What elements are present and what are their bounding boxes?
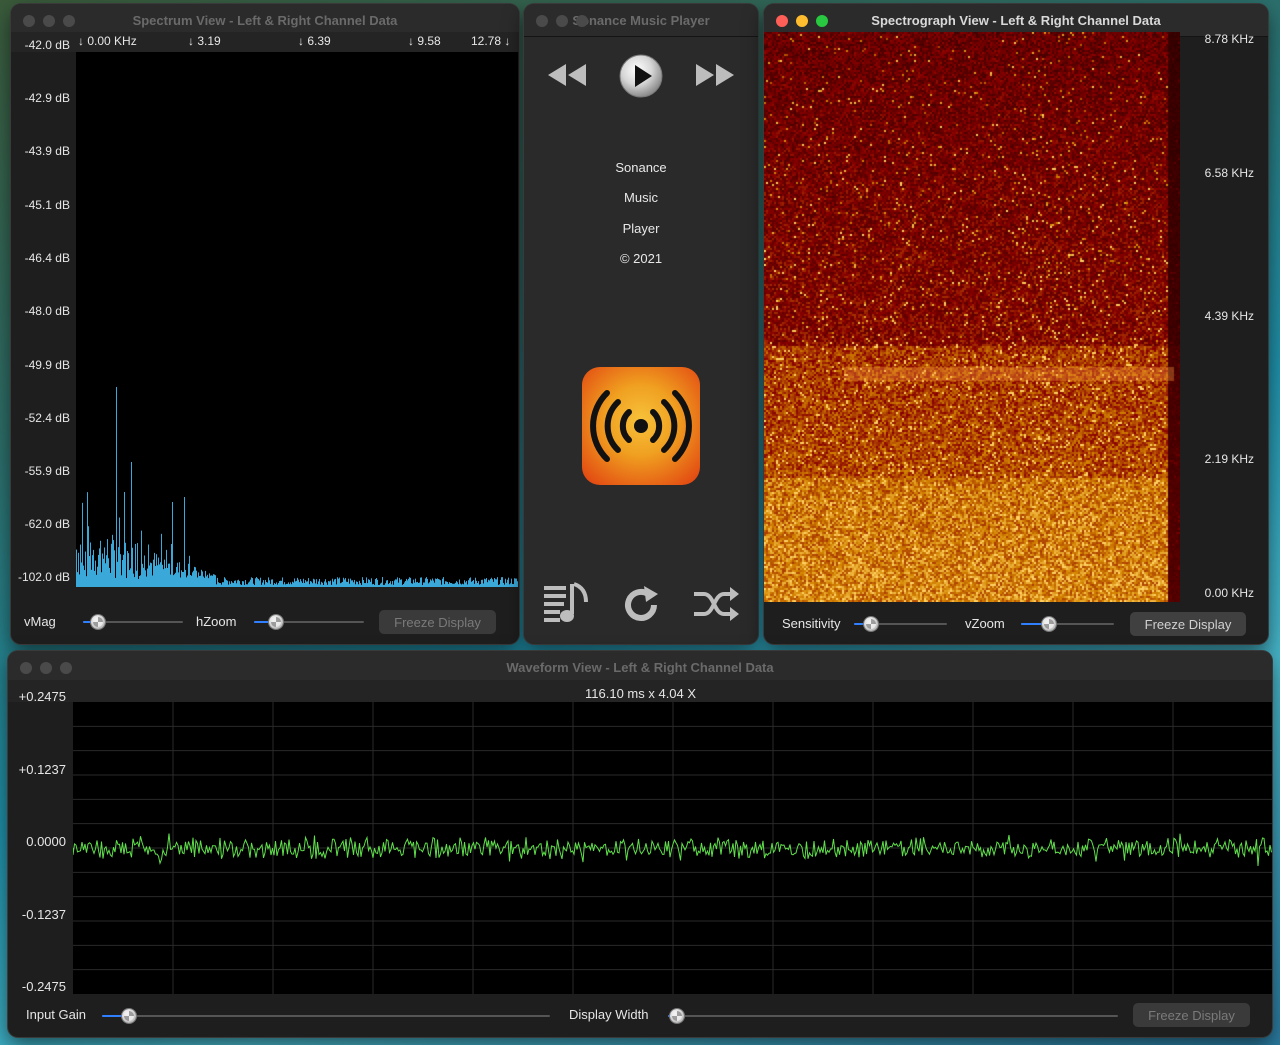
minimize-button[interactable]	[43, 15, 55, 27]
waveform-plot	[72, 702, 1272, 994]
spectrum-freeze-button[interactable]: Freeze Display	[379, 610, 496, 634]
spectrum-window-title: Spectrum View - Left & Right Channel Dat…	[132, 12, 398, 28]
sensitivity-slider[interactable]	[854, 617, 947, 631]
play-icon[interactable]	[619, 54, 663, 98]
window-controls	[776, 15, 828, 27]
playlist-icon[interactable]	[542, 580, 590, 626]
amplitude-tick-label: +0.1237	[18, 762, 66, 777]
minimize-button[interactable]	[40, 662, 52, 674]
vzoom-slider[interactable]	[1021, 617, 1114, 631]
db-tick-label: -48.0 dB	[24, 304, 70, 318]
waveform-window: Waveform View - Left & Right Channel Dat…	[8, 651, 1272, 1037]
db-tick-label: -43.9 dB	[24, 144, 70, 158]
amplitude-tick-label: -0.1237	[21, 907, 66, 922]
spectrograph-plot	[764, 32, 1180, 602]
spectrograph-window: Spectrograph View - Left & Right Channel…	[764, 4, 1268, 644]
db-tick-label: -62.0 dB	[24, 517, 70, 531]
waveform-window-title: Waveform View - Left & Right Channel Dat…	[506, 659, 774, 675]
zoom-button[interactable]	[60, 662, 72, 674]
player-info-line: © 2021	[619, 251, 663, 266]
spectrum-window: Spectrum View - Left & Right Channel Dat…	[11, 4, 519, 644]
window-controls	[20, 662, 72, 674]
close-button[interactable]	[536, 15, 548, 27]
minimize-button[interactable]	[796, 15, 808, 27]
player-window-title: Sonance Music Player	[572, 12, 710, 28]
amplitude-tick-label: 0.0000	[26, 834, 66, 849]
shuffle-icon[interactable]	[692, 586, 740, 622]
freq-marker: ↓ 3.19	[188, 34, 221, 48]
player-info-line: Music	[624, 190, 658, 205]
input-gain-label: Input Gain	[26, 1007, 86, 1022]
input-gain-slider[interactable]	[102, 1009, 550, 1023]
amplitude-tick-label: -0.2475	[21, 979, 66, 994]
vmag-label: vMag	[24, 614, 56, 629]
window-controls	[536, 15, 588, 27]
vmag-slider[interactable]	[83, 615, 183, 629]
spectrograph-freeze-button[interactable]: Freeze Display	[1130, 612, 1246, 636]
repeat-icon[interactable]	[620, 584, 662, 626]
waveform-trace	[72, 702, 1272, 994]
player-info-line: Player	[622, 221, 660, 236]
broadcast-icon	[590, 390, 692, 462]
player-info-line: Sonance	[615, 160, 667, 175]
zoom-button[interactable]	[63, 15, 75, 27]
spectrograph-window-title: Spectrograph View - Left & Right Channel…	[871, 12, 1161, 28]
freq-marker: 12.78 ↓	[471, 34, 511, 48]
spectrum-plot	[76, 52, 518, 587]
spectrograph-heatmap	[764, 32, 1180, 602]
spectrograph-freq-label: 4.39 KHz	[1204, 309, 1254, 323]
db-tick-label: -45.1 dB	[24, 198, 70, 212]
freq-marker: ↓ 6.39	[298, 34, 331, 48]
spectrograph-freq-label: 2.19 KHz	[1204, 452, 1254, 466]
player-titlebar[interactable]: Sonance Music Player	[524, 4, 758, 37]
db-tick-label: -102.0 dB	[17, 570, 70, 584]
zoom-button[interactable]	[576, 15, 588, 27]
waveform-line	[72, 833, 1272, 867]
hzoom-label: hZoom	[196, 614, 237, 629]
close-button[interactable]	[20, 662, 32, 674]
close-button[interactable]	[23, 15, 35, 27]
fast-forward-icon[interactable]	[694, 62, 736, 88]
amplitude-tick-label: +0.2475	[18, 689, 66, 704]
vzoom-label: vZoom	[965, 616, 1005, 631]
spectrum-bars	[76, 387, 518, 587]
spectrograph-freq-label: 0.00 KHz	[1204, 586, 1254, 600]
player-window: Sonance Music Player Sonance Music Player ©…	[524, 4, 758, 644]
spectrograph-freq-label: 6.58 KHz	[1204, 166, 1254, 180]
freq-marker: ↓ 9.58	[408, 34, 441, 48]
freq-marker: ↓ 0.00 KHz	[78, 34, 137, 48]
db-tick-label: -55.9 dB	[24, 464, 70, 478]
display-width-slider[interactable]	[668, 1009, 1118, 1023]
db-tick-label: -49.9 dB	[24, 358, 70, 372]
rewind-icon[interactable]	[546, 62, 588, 88]
waveform-scale-readout: 116.10 ms x 4.04 X	[585, 686, 697, 701]
db-tick-label: -42.9 dB	[24, 91, 70, 105]
display-width-label: Display Width	[569, 1007, 649, 1022]
hzoom-slider[interactable]	[254, 615, 364, 629]
waveform-freeze-button[interactable]: Freeze Display	[1133, 1003, 1250, 1027]
db-tick-label: -46.4 dB	[24, 251, 70, 265]
minimize-button[interactable]	[556, 15, 568, 27]
db-tick-label: -42.0 dB	[24, 38, 70, 52]
app-logo	[582, 367, 700, 485]
sensitivity-label: Sensitivity	[782, 616, 841, 631]
spectrograph-freq-label: 8.78 KHz	[1204, 32, 1254, 46]
spectrum-bar-group	[76, 387, 518, 587]
db-tick-label: -52.4 dB	[24, 411, 70, 425]
zoom-button[interactable]	[816, 15, 828, 27]
close-button[interactable]	[776, 15, 788, 27]
window-controls	[23, 15, 75, 27]
